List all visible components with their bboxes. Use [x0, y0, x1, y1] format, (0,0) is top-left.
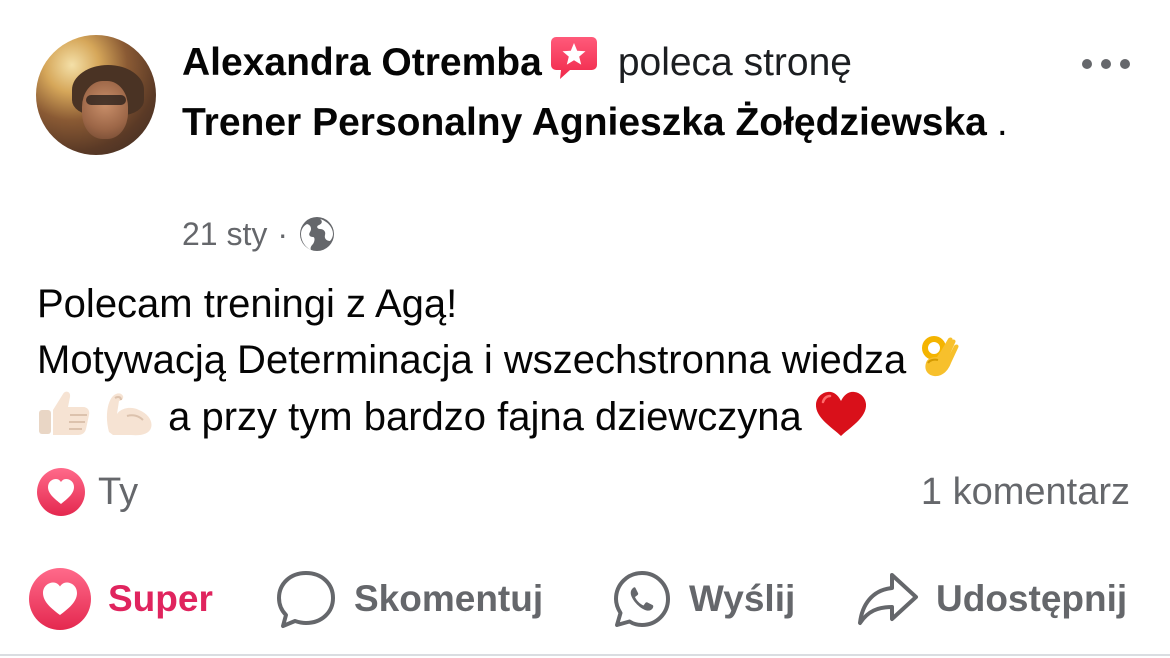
comment-label: Skomentuj	[354, 578, 544, 619]
reactions-label: Ty	[98, 470, 139, 513]
comments-count[interactable]: 1 komentarz	[921, 467, 1130, 517]
action-text: poleca stronę	[617, 41, 852, 84]
author-name[interactable]: Alexandra Otremba	[182, 41, 542, 84]
share-label: Udostępnij	[936, 578, 1128, 619]
period: .	[996, 101, 1008, 144]
love-reaction-icon	[29, 568, 91, 630]
post-header: Alexandra Otremba poleca stronę Trener P…	[182, 33, 1042, 153]
post-line-2-text: Motywacją Determinacja i wszechstronna w…	[37, 338, 907, 382]
more-options-button[interactable]	[1082, 54, 1130, 74]
comment-icon	[277, 571, 335, 628]
post-date[interactable]: 21 sty	[182, 216, 267, 253]
ok-hand-emoji	[922, 336, 959, 377]
red-heart-emoji	[815, 391, 866, 436]
dot-icon	[1082, 59, 1092, 69]
super-button[interactable]: Super	[28, 564, 213, 634]
page-name[interactable]: Trener Personalny Agnieszka Żołędziewska	[182, 101, 987, 144]
meta-separator: ·	[277, 215, 289, 252]
flexed-biceps-emoji	[106, 393, 152, 436]
comment-button[interactable]: Skomentuj	[274, 564, 543, 634]
post-line-3-text: a przy tym bardzo fajna dziewczyna	[168, 395, 802, 439]
post-body: Polecam treningi z Agą! Motywacją Determ…	[37, 276, 1147, 445]
post-line-3: a przy tym bardzo fajna dziewczyna	[37, 388, 1147, 445]
avatar-sunglasses	[86, 95, 126, 105]
recommendation-icon	[550, 37, 597, 79]
post-meta: 21 sty ·	[182, 212, 336, 256]
thumbs-up-emoji	[39, 391, 90, 435]
action-bar: Super Skomentuj Wyślij Udostępnij	[0, 564, 1170, 634]
share-button[interactable]: Udostępnij	[856, 564, 1127, 634]
whatsapp-icon	[614, 571, 670, 627]
avatar-face	[82, 81, 128, 139]
send-button[interactable]: Wyślij	[611, 564, 795, 634]
share-icon	[858, 573, 918, 625]
dot-icon	[1120, 59, 1130, 69]
love-reaction-icon	[37, 468, 85, 516]
divider	[0, 654, 1170, 656]
send-label: Wyślij	[689, 578, 796, 619]
post-line-2: Motywacją Determinacja i wszechstronna w…	[37, 332, 1147, 388]
globe-icon	[300, 217, 335, 251]
dot-icon	[1101, 59, 1111, 69]
avatar[interactable]	[36, 35, 156, 155]
super-label: Super	[108, 578, 213, 619]
reactions-summary[interactable]: Ty	[36, 467, 138, 517]
post-line-1: Polecam treningi z Agą!	[37, 282, 458, 326]
